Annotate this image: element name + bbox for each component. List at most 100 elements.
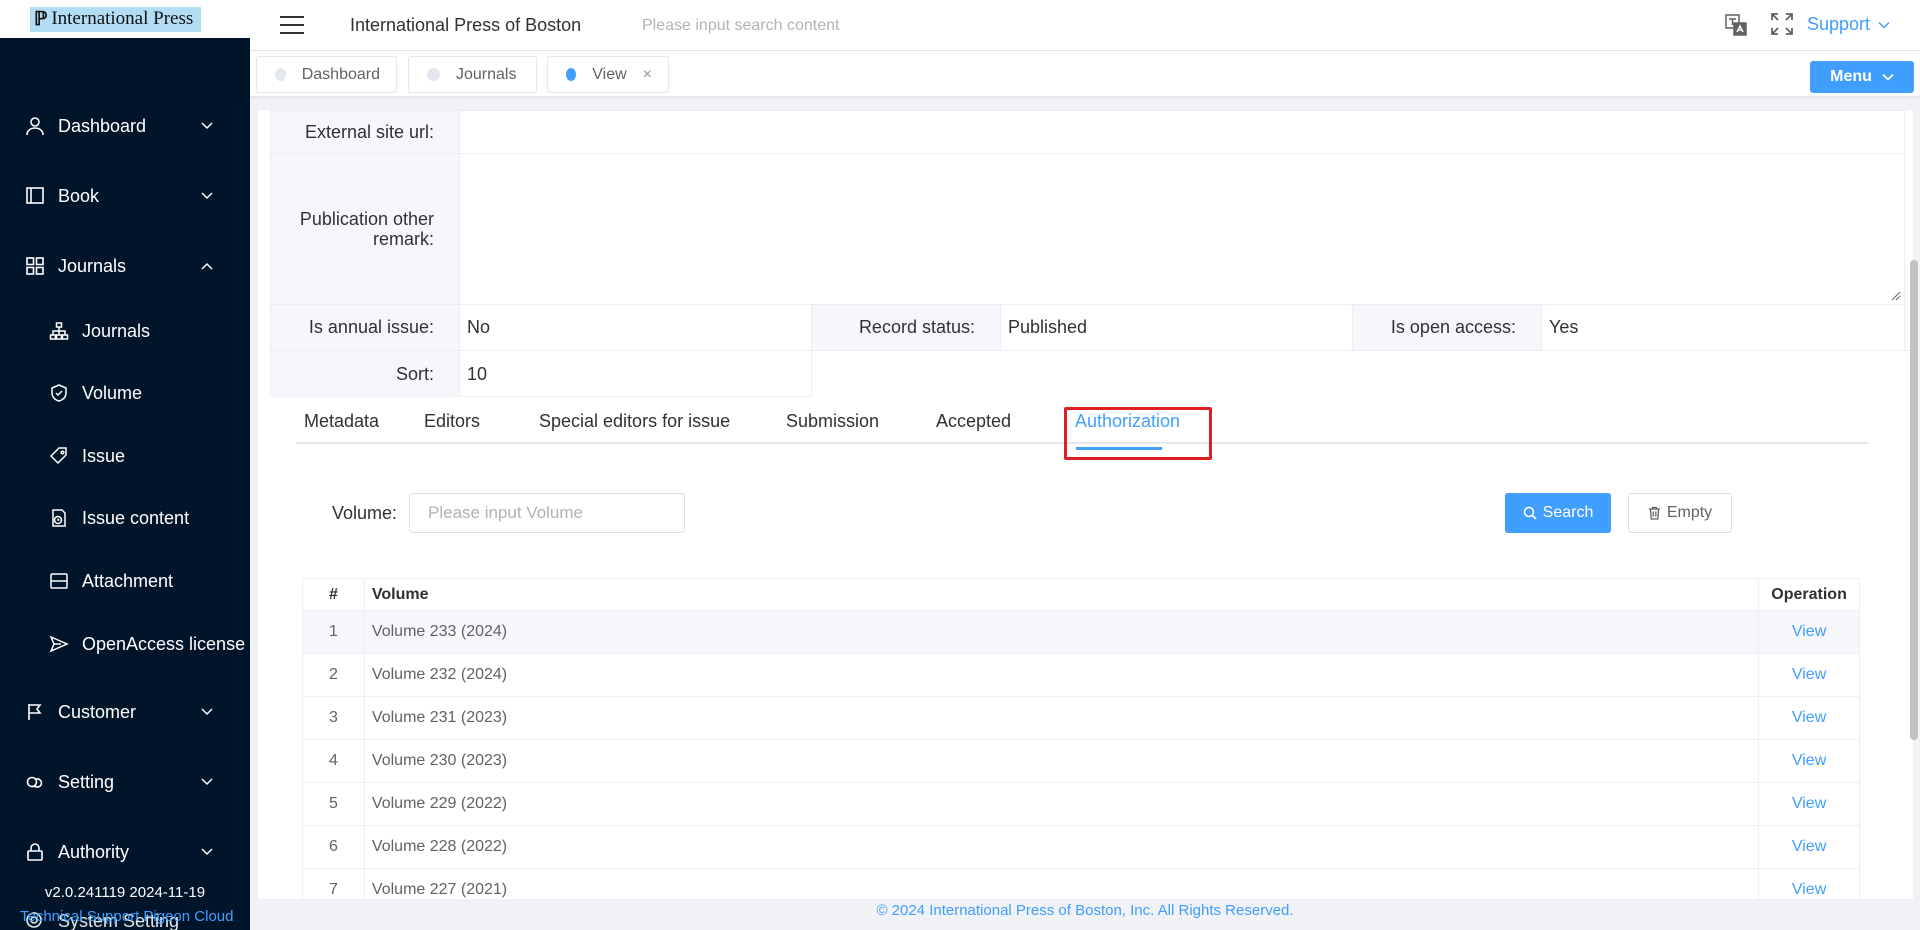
- sidebar-item-label: Journals: [58, 255, 127, 276]
- row-volume: Volume 233 (2024): [365, 611, 1760, 653]
- tab-accepted[interactable]: Accepted: [936, 400, 1011, 442]
- chevron-down-icon: [201, 708, 213, 716]
- row-volume: Volume 231 (2023): [365, 697, 1760, 739]
- logo-mark-icon: ℙ: [34, 8, 48, 30]
- chevron-down-icon: [201, 192, 213, 200]
- sidebar-item-label: Book: [58, 185, 100, 206]
- row-index: 3: [303, 697, 365, 739]
- is-open-access-value: Yes: [1549, 317, 1579, 337]
- table-row[interactable]: 2 Volume 232 (2024) View: [303, 654, 1859, 697]
- header-index: #: [303, 579, 365, 610]
- external-site-url-value: [460, 111, 1904, 153]
- sidebar-item-journals-list[interactable]: Journals: [0, 318, 250, 344]
- tag-icon: [48, 445, 70, 467]
- resize-handle-icon[interactable]: [1891, 291, 1901, 301]
- chevron-down-icon: [1882, 73, 1894, 81]
- volume-input[interactable]: [409, 493, 685, 533]
- sidebar-item-attachment[interactable]: Attachment: [0, 568, 250, 594]
- tag-label: Journals: [456, 65, 517, 83]
- hamburger-menu-icon[interactable]: [280, 15, 304, 35]
- sidebar-item-issue[interactable]: Issue: [0, 443, 250, 469]
- table-row[interactable]: 1 Volume 233 (2024) View: [303, 611, 1859, 654]
- row-index: 4: [303, 740, 365, 782]
- translate-icon[interactable]: [1724, 13, 1748, 37]
- close-icon[interactable]: ×: [643, 66, 652, 84]
- view-link[interactable]: View: [1792, 795, 1826, 813]
- menu-button[interactable]: Menu: [1810, 61, 1914, 93]
- sidebar-item-issue-content[interactable]: Issue content: [0, 505, 250, 531]
- sidebar-item-label: Attachment: [82, 570, 174, 591]
- chevron-down-icon: [201, 778, 213, 786]
- tag-label: Dashboard: [301, 65, 380, 83]
- table-row[interactable]: 4 Volume 230 (2023) View: [303, 740, 1859, 783]
- empty-button[interactable]: Empty: [1628, 493, 1732, 533]
- sitemap-icon: [48, 320, 70, 342]
- table-row[interactable]: 3 Volume 231 (2023) View: [303, 697, 1859, 740]
- tag-journals[interactable]: Journals: [408, 56, 537, 93]
- flag-icon: [24, 701, 46, 723]
- search-button[interactable]: Search: [1505, 493, 1611, 533]
- search-input[interactable]: [642, 12, 942, 40]
- grid-icon: [24, 255, 46, 277]
- sidebar-item-label: Setting: [58, 771, 115, 792]
- view-link[interactable]: View: [1792, 666, 1826, 684]
- sidebar-item-book[interactable]: Book: [0, 182, 250, 210]
- book-icon: [24, 185, 46, 207]
- row-volume: Volume 227 (2021): [365, 869, 1760, 900]
- publication-remark-label-text: Publication other remark:: [299, 209, 434, 249]
- row-index: 1: [303, 611, 365, 653]
- external-site-url-label: External site url:: [271, 111, 460, 153]
- row-index: 7: [303, 869, 365, 900]
- chevron-up-icon: [201, 262, 213, 270]
- cloud-icon: [24, 771, 46, 793]
- sidebar-item-setting[interactable]: Setting: [0, 768, 250, 796]
- sidebar-item-authority[interactable]: Authority: [0, 838, 250, 866]
- publication-remark-textarea[interactable]: [460, 154, 1904, 304]
- sidebar-item-customer[interactable]: Customer: [0, 698, 250, 726]
- sidebar-item-volume[interactable]: Volume: [0, 380, 250, 406]
- view-link[interactable]: View: [1792, 709, 1826, 727]
- details-table-filler: [812, 350, 1912, 400]
- sidebar-item-journals[interactable]: Journals: [0, 252, 250, 280]
- view-link[interactable]: View: [1792, 881, 1826, 899]
- tag-dot: [427, 68, 440, 81]
- is-open-access-label: Is open access:: [1353, 305, 1542, 350]
- sidebar-item-label: Dashboard: [58, 115, 147, 136]
- tag-dashboard[interactable]: Dashboard: [256, 56, 397, 93]
- header-volume: Volume: [365, 579, 1760, 610]
- view-link[interactable]: View: [1792, 623, 1826, 641]
- lock-icon: [24, 841, 46, 863]
- box-icon: [48, 570, 70, 592]
- tab-submission[interactable]: Submission: [786, 400, 879, 442]
- menu-button-label: Menu: [1830, 68, 1872, 85]
- row-index: 5: [303, 783, 365, 825]
- page-scrollbar[interactable]: [1910, 260, 1918, 740]
- sort-value: 10: [460, 351, 812, 397]
- table-row[interactable]: 5 Volume 229 (2022) View: [303, 783, 1859, 826]
- tab-special-editors[interactable]: Special editors for issue: [539, 400, 730, 442]
- chevron-down-icon: [201, 122, 213, 130]
- sidebar-item-label: Journals: [82, 320, 151, 341]
- view-link[interactable]: View: [1792, 752, 1826, 770]
- tab-metadata[interactable]: Metadata: [304, 400, 379, 442]
- sidebar-item-dashboard[interactable]: Dashboard: [0, 112, 250, 140]
- fullscreen-icon[interactable]: [1771, 13, 1793, 35]
- tag-view[interactable]: View ×: [547, 56, 669, 93]
- sidebar-item-openaccess-license[interactable]: OpenAccess license: [0, 631, 250, 657]
- support-dropdown[interactable]: Support: [1807, 14, 1890, 35]
- sidebar: ℙ International Press Dashboard Book Jou…: [0, 0, 250, 930]
- tab-editors[interactable]: Editors: [424, 400, 480, 442]
- version-text: v2.0.241119 2024-11-19: [44, 884, 206, 901]
- technical-support-link[interactable]: Technical Support Pigeon Cloud: [20, 908, 233, 925]
- is-annual-issue-label: Is annual issue:: [271, 305, 460, 350]
- tags-bar: Dashboard Journals View × Menu: [250, 51, 1920, 97]
- record-status-label: Record status:: [812, 305, 1001, 350]
- sidebar-item-label: Authority: [58, 841, 130, 862]
- table-row[interactable]: 6 Volume 228 (2022) View: [303, 826, 1859, 869]
- table-row[interactable]: 7 Volume 227 (2021) View: [303, 869, 1859, 900]
- record-status-value: Published: [1001, 305, 1353, 350]
- logo[interactable]: ℙ International Press: [0, 0, 250, 38]
- search-button-label: Search: [1542, 504, 1594, 521]
- row-index: 2: [303, 654, 365, 696]
- view-link[interactable]: View: [1792, 838, 1826, 856]
